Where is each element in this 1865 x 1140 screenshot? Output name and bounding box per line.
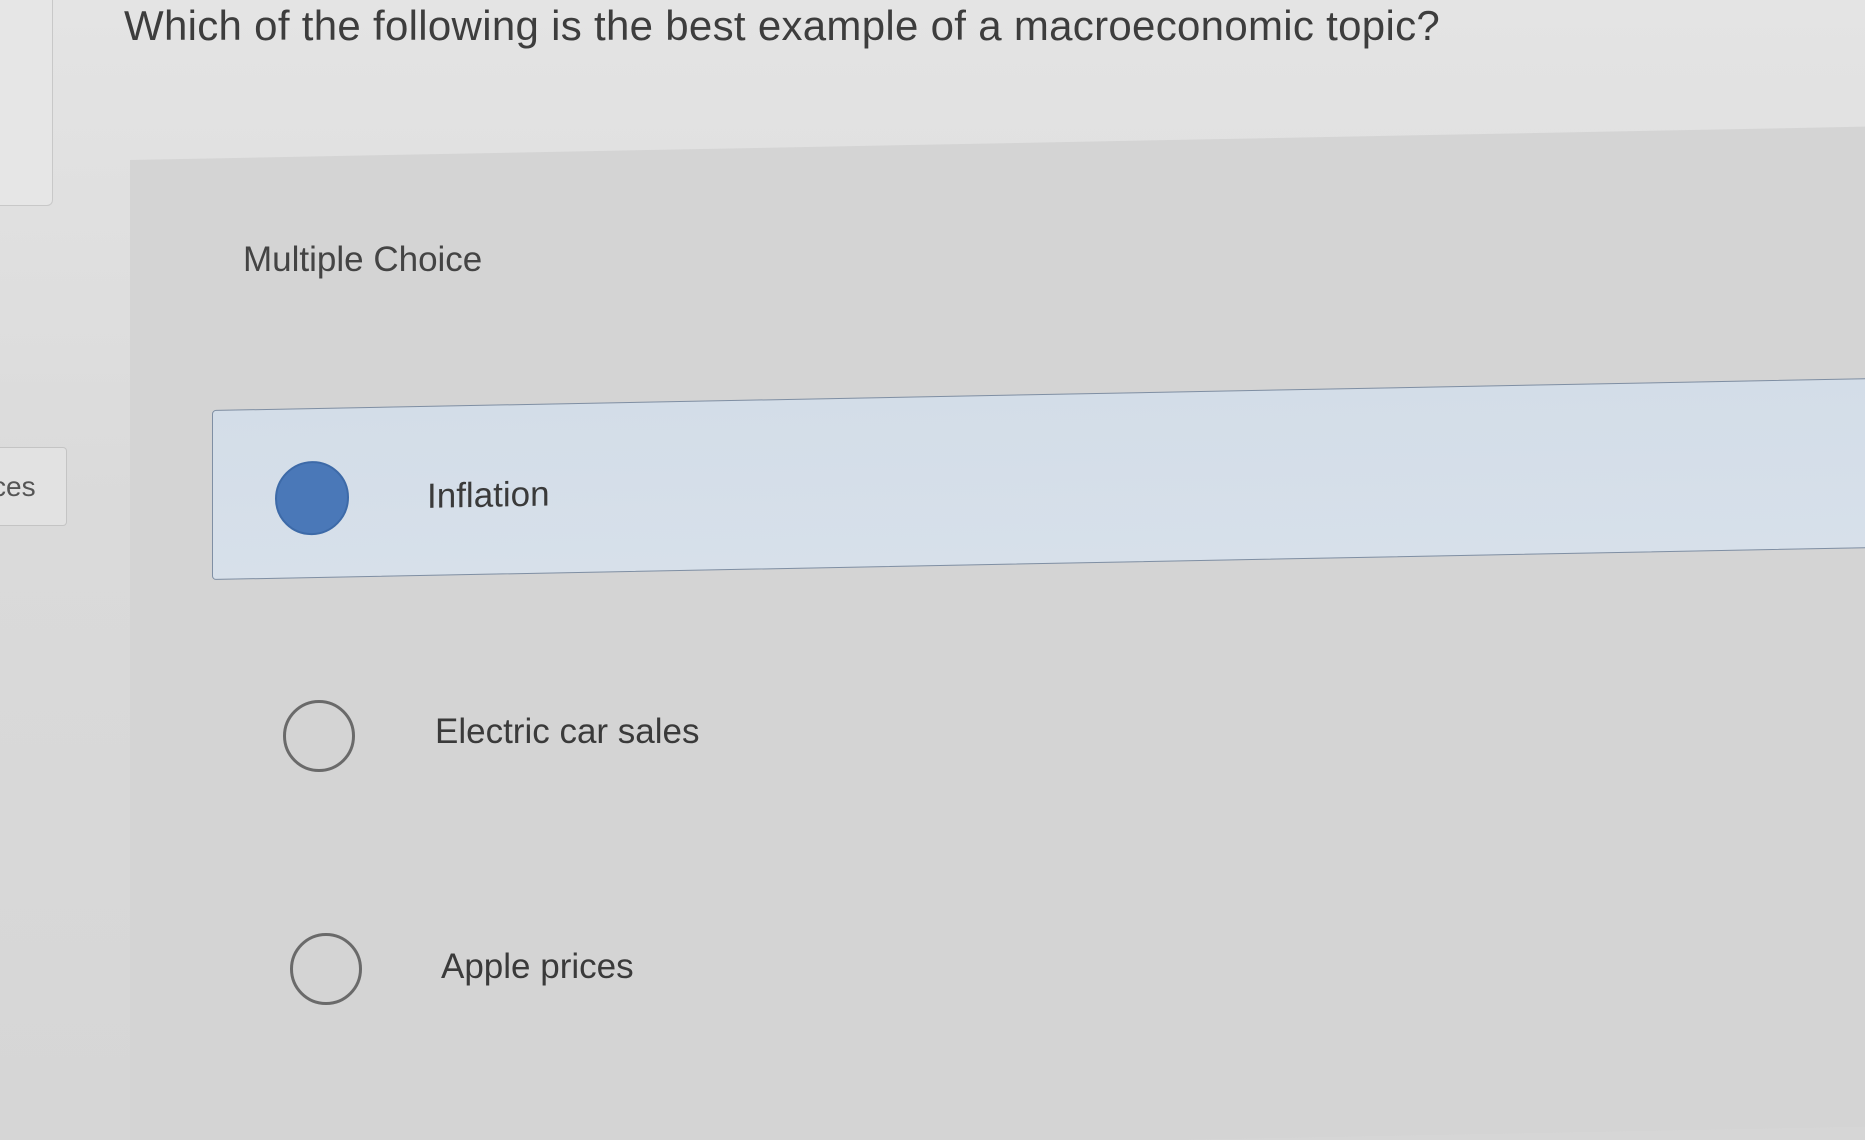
left-panel-edge (0, 0, 53, 206)
multiple-choice-label: Multiple Choice (243, 240, 483, 279)
answer-option-electric-car-sales[interactable]: Electric car sales (0, 700, 1865, 800)
side-tab-label: ces (0, 471, 36, 502)
radio-button[interactable] (283, 700, 355, 772)
option-label: Electric car sales (435, 712, 700, 751)
answer-option-inflation[interactable]: Inflation (212, 377, 1865, 580)
option-label: Apple prices (441, 947, 634, 986)
question-text: Which of the following is the best examp… (124, 2, 1441, 49)
quiz-page: ces Which of the following is the best e… (0, 0, 1865, 1140)
option-label: Inflation (427, 474, 550, 516)
side-tab[interactable]: ces (0, 447, 67, 526)
answer-option-apple-prices[interactable]: Apple prices (0, 933, 1865, 1033)
radio-button[interactable] (290, 933, 362, 1005)
radio-button-selected[interactable] (275, 460, 349, 536)
